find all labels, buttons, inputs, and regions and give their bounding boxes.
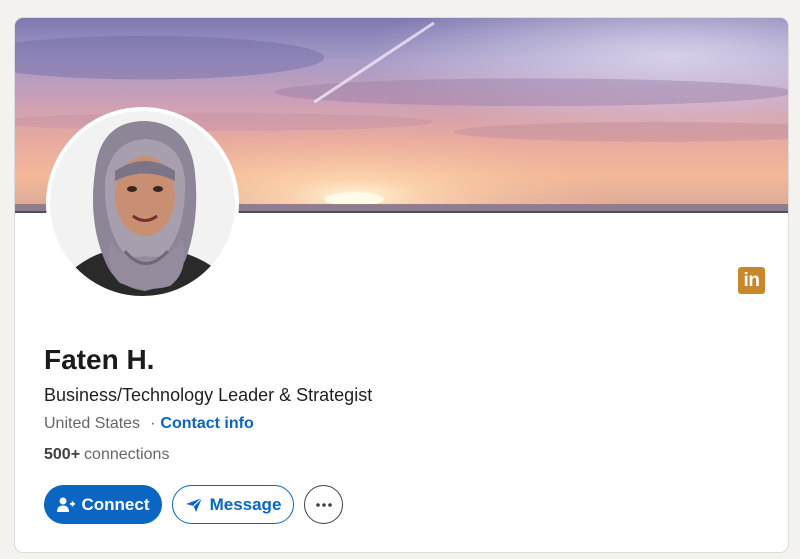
profile-actions: Connect Message: [44, 485, 343, 524]
message-button[interactable]: Message: [172, 485, 294, 524]
profile-card: in Faten H. Business/Technology Leader &…: [14, 17, 789, 553]
add-person-icon: [56, 497, 75, 513]
connect-button[interactable]: Connect: [44, 485, 162, 524]
location-row: United States · Contact info: [44, 415, 254, 433]
profile-photo: [50, 111, 235, 296]
paper-plane-icon: [185, 497, 203, 513]
contact-info-link[interactable]: Contact info: [160, 415, 253, 433]
more-actions-button[interactable]: [304, 485, 343, 524]
connections-count[interactable]: 500+ connections: [44, 446, 169, 464]
separator-dot: ·: [150, 415, 156, 432]
avatar-frame[interactable]: [46, 107, 239, 300]
profile-headline: Business/Technology Leader & Strategist: [44, 385, 373, 405]
connections-label: connections: [84, 446, 170, 463]
profile-location: United States: [44, 415, 141, 432]
profile-name: Faten H.: [44, 344, 155, 375]
message-label: Message: [209, 494, 282, 514]
ellipsis-icon: [315, 502, 332, 507]
linkedin-icon[interactable]: in: [738, 267, 765, 294]
connections-number: 500+: [44, 446, 81, 463]
connect-label: Connect: [81, 494, 150, 514]
avatar[interactable]: [50, 111, 235, 296]
